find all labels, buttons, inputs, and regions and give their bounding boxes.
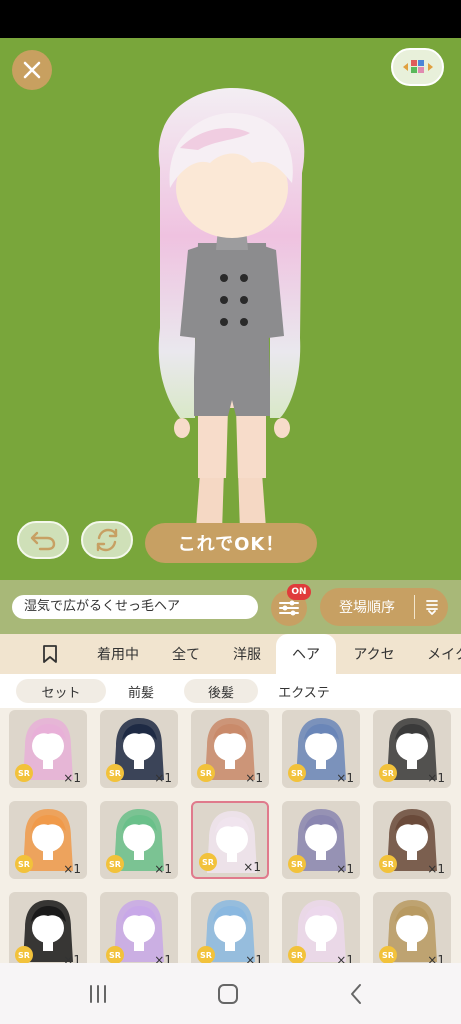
- hair-item-card[interactable]: SR ×1: [282, 892, 360, 963]
- back-icon: [351, 984, 361, 1004]
- hair-item-card[interactable]: SR ×1: [191, 892, 269, 963]
- sort-button[interactable]: 登場順序: [320, 588, 448, 626]
- back-button[interactable]: [336, 978, 376, 1010]
- item-quantity: ×1: [336, 953, 354, 963]
- close-button[interactable]: [12, 50, 52, 90]
- hair-item-card[interactable]: SR ×1: [9, 801, 87, 879]
- rarity-badge: SR: [15, 764, 33, 782]
- item-quantity: ×1: [63, 771, 81, 785]
- subtab-set[interactable]: セット: [16, 679, 106, 703]
- subtab-extensions[interactable]: エクステ: [266, 679, 342, 703]
- item-quantity: ×1: [154, 771, 172, 785]
- hair-item-card[interactable]: SR ×1: [373, 710, 451, 788]
- hair-item-card[interactable]: SR ×1: [282, 710, 360, 788]
- rarity-badge: SR: [288, 946, 306, 963]
- rarity-badge: SR: [197, 764, 215, 782]
- avatar-stage: これでOK！: [0, 38, 461, 580]
- avatar-figure: [158, 88, 305, 537]
- refresh-icon: [96, 528, 118, 552]
- item-quantity: ×1: [245, 771, 263, 785]
- hair-item-card[interactable]: SR ×1: [373, 892, 451, 963]
- item-quantity: ×1: [427, 862, 445, 876]
- tab-accessories[interactable]: アクセ: [342, 634, 406, 674]
- rarity-badge: SR: [288, 855, 306, 873]
- subtab-bangs[interactable]: 前髪: [104, 679, 178, 703]
- tab-bookmark[interactable]: [28, 634, 72, 674]
- subtab-back-hair[interactable]: 後髪: [184, 679, 258, 703]
- hair-item-card[interactable]: SR ×1: [9, 892, 87, 963]
- undo-button[interactable]: [17, 521, 69, 559]
- item-quantity: ×1: [245, 953, 263, 963]
- recent-apps-icon: [90, 985, 106, 1003]
- search-input[interactable]: 湿気で広がるくせっ毛ヘア: [12, 595, 258, 619]
- item-quantity: ×1: [336, 771, 354, 785]
- recent-apps-button[interactable]: [78, 978, 118, 1010]
- hair-item-card[interactable]: SR ×1: [9, 710, 87, 788]
- item-quantity: ×1: [427, 953, 445, 963]
- item-quantity: ×1: [63, 953, 81, 963]
- hair-subtabs: セット 前髪 後髪 エクステ: [0, 674, 461, 708]
- reset-button[interactable]: [81, 521, 133, 559]
- rarity-badge: SR: [379, 946, 397, 963]
- hair-item-card[interactable]: SR ×1: [373, 801, 451, 879]
- close-icon: [23, 61, 41, 79]
- rarity-badge: SR: [15, 855, 33, 873]
- home-icon: [218, 984, 238, 1004]
- filter-on-badge: ON: [287, 584, 311, 600]
- sort-label: 登場順序: [339, 600, 395, 616]
- rarity-badge: SR: [288, 764, 306, 782]
- tab-hair[interactable]: ヘア: [276, 634, 336, 674]
- rarity-badge: SR: [199, 853, 217, 871]
- status-bar: [0, 0, 461, 38]
- rarity-badge: SR: [106, 764, 124, 782]
- home-button[interactable]: [208, 978, 248, 1010]
- item-quantity: ×1: [243, 860, 261, 874]
- bookmark-icon: [43, 645, 57, 663]
- item-quantity: ×1: [154, 953, 172, 963]
- tab-clothes[interactable]: 洋服: [222, 634, 272, 674]
- rarity-badge: SR: [106, 946, 124, 963]
- color-grid-icon: [402, 60, 433, 73]
- confirm-ok-button[interactable]: これでOK！: [145, 523, 317, 563]
- item-quantity: ×1: [427, 771, 445, 785]
- tab-wearing[interactable]: 着用中: [88, 634, 148, 674]
- hair-item-card[interactable]: SR ×1: [282, 801, 360, 879]
- sort-order-icon[interactable]: [418, 588, 446, 626]
- item-quantity: ×1: [154, 862, 172, 876]
- rarity-badge: SR: [106, 855, 124, 873]
- system-nav-bar: [0, 963, 461, 1024]
- sliders-icon: [279, 600, 299, 616]
- sort-divider: [414, 595, 415, 619]
- rarity-badge: SR: [379, 855, 397, 873]
- category-tabs: 着用中 全て 洋服 ヘア アクセ メイク: [0, 634, 461, 674]
- hair-item-card[interactable]: SR ×1: [100, 801, 178, 879]
- rarity-badge: SR: [197, 946, 215, 963]
- rarity-badge: SR: [379, 764, 397, 782]
- rarity-badge: SR: [15, 946, 33, 963]
- hair-item-card[interactable]: SR ×1: [100, 892, 178, 963]
- tab-makeup[interactable]: メイク: [418, 634, 461, 674]
- hair-item-grid: SR ×1 SR ×1 SR ×1 SR ×1 SR ×1 SR ×1 SR ×1 SR ×1 SR ×1 SR ×1…: [0, 708, 461, 963]
- hair-item-card[interactable]: SR ×1: [191, 710, 269, 788]
- search-row: 湿気で広がるくせっ毛ヘア ON 登場順序: [0, 580, 461, 634]
- item-quantity: ×1: [63, 862, 81, 876]
- undo-icon: [30, 531, 56, 551]
- item-quantity: ×1: [336, 862, 354, 876]
- palette-toggle-button[interactable]: [391, 48, 444, 86]
- hair-item-card[interactable]: SR ×1: [191, 801, 269, 879]
- tab-all[interactable]: 全て: [160, 634, 212, 674]
- hair-item-card[interactable]: SR ×1: [100, 710, 178, 788]
